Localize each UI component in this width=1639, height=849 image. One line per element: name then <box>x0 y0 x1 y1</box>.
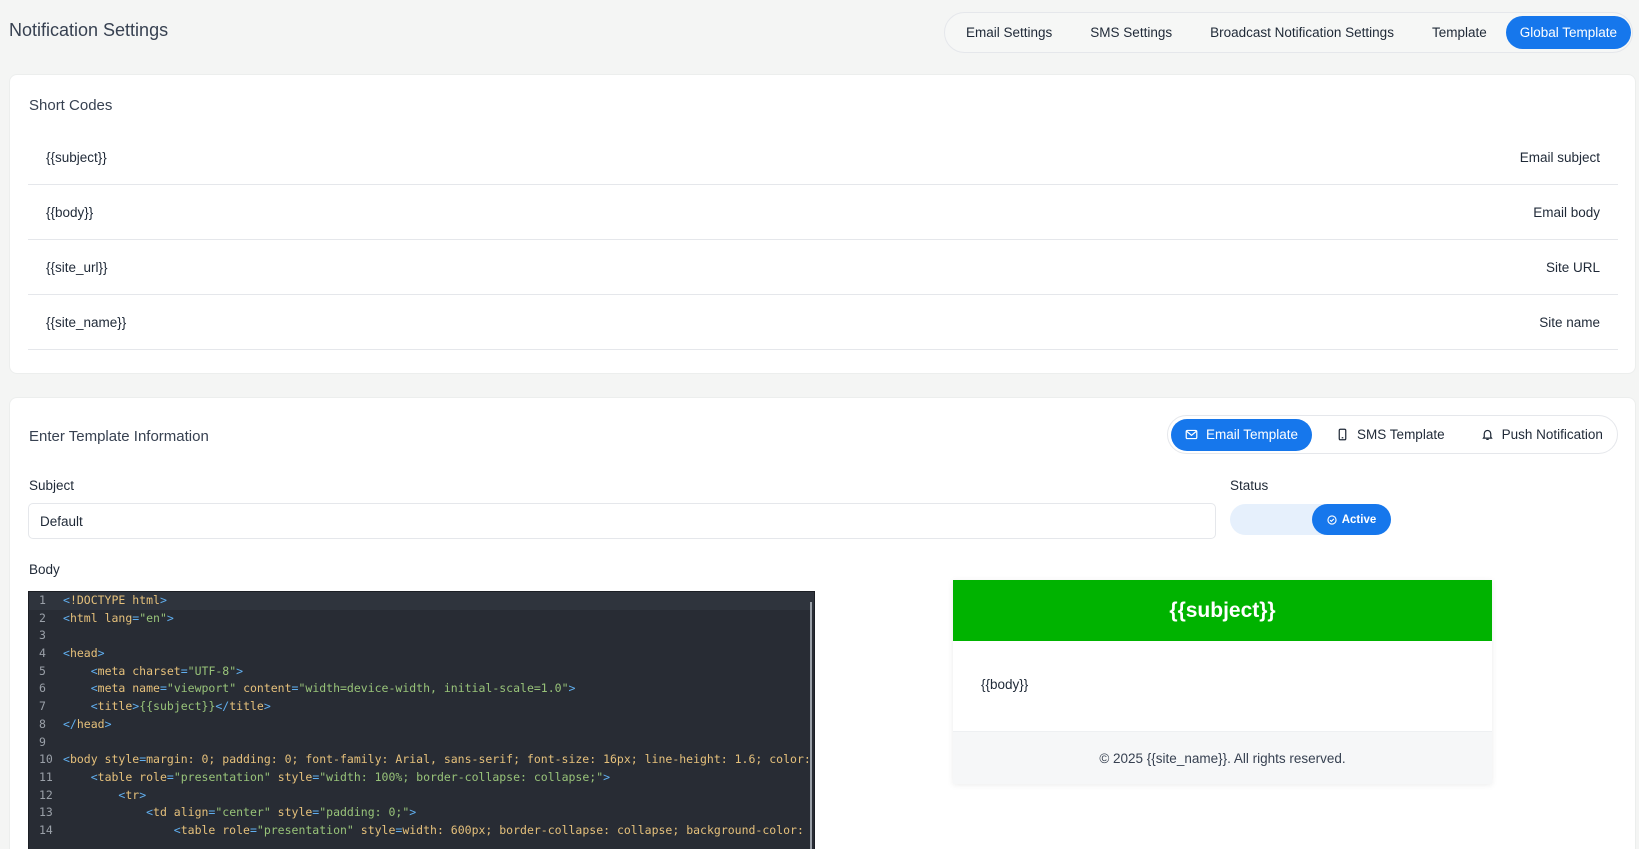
template-type-switch: Email Template SMS Template Push Notific… <box>1167 415 1618 454</box>
line-number: 12 <box>39 787 53 802</box>
check-circle-icon <box>1327 514 1337 525</box>
tab-global-template[interactable]: Global Template <box>1505 16 1632 49</box>
short-codes-list: {{subject}} Email subject {{body}} Email… <box>28 130 1618 350</box>
code-text: <td align="center" style="padding: 0;"> <box>146 805 417 820</box>
tab-label: Email Template <box>1206 427 1299 442</box>
code-text: </head> <box>63 716 112 731</box>
short-code-description: Site name <box>1539 314 1600 330</box>
email-preview: {{subject}} {{body}} © 2025 {{site_name}… <box>953 580 1492 784</box>
code-text: <body style=margin: 0; padding: 0; font-… <box>63 752 811 767</box>
tab-email-template[interactable]: Email Template <box>1171 418 1313 451</box>
code-line: 13 <td align="center" style="padding: 0;… <box>29 804 814 822</box>
preview-header: {{subject}} <box>953 580 1492 641</box>
list-item: {{site_url}} Site URL <box>28 240 1618 295</box>
code-text: <title>{{subject}}</title> <box>90 699 271 714</box>
status-toggle[interactable]: Active <box>1230 504 1391 535</box>
page-title: Notification Settings <box>9 20 169 40</box>
short-code: {{subject}} <box>46 149 107 165</box>
code-line: 8 </head> <box>29 716 814 734</box>
short-codes-card: Short Codes {{subject}} Email subject {{… <box>9 74 1636 374</box>
bell-icon <box>1481 429 1493 440</box>
phone-icon <box>1338 428 1347 441</box>
preview-body: {{body}} <box>981 677 1029 692</box>
short-code-description: Site URL <box>1545 259 1600 275</box>
code-text: <meta name="viewport" content="width=dev… <box>90 681 576 696</box>
short-codes-heading: Short Codes <box>29 97 113 114</box>
code-line: 4 <head> <box>29 645 814 663</box>
status-label: Status <box>1230 478 1269 493</box>
code-line: 5 <meta charset="UTF-8"> <box>29 663 814 681</box>
editor-scrollbar[interactable] <box>810 602 812 849</box>
line-number: 3 <box>39 628 46 643</box>
line-number: 14 <box>39 822 53 837</box>
tab-label: SMS Template <box>1357 427 1445 442</box>
short-code: {{site_name}} <box>46 314 127 330</box>
list-item: {{body}} Email body <box>28 185 1618 240</box>
status-active-option[interactable]: Active <box>1312 504 1391 535</box>
tab-sms-template[interactable]: SMS Template <box>1322 419 1459 451</box>
line-number: 10 <box>39 752 53 767</box>
list-item: {{site_name}} Site name <box>28 295 1618 350</box>
line-number: 5 <box>39 663 46 678</box>
code-text: <table role="presentation" style=width: … <box>173 822 804 837</box>
code-editor[interactable]: 1 <!DOCTYPE html> 2 <html lang="en"> 3 4 <head… <box>28 591 815 849</box>
line-number: 4 <box>39 646 46 661</box>
short-code-description: Email subject <box>1519 149 1600 165</box>
code-text: <head> <box>63 646 105 661</box>
list-item: {{subject}} Email subject <box>28 130 1618 185</box>
tab-broadcast-notification-settings[interactable]: Broadcast Notification Settings <box>1191 16 1413 49</box>
line-number: 6 <box>39 681 46 696</box>
code-line: 10 <body style=margin: 0; padding: 0; fon… <box>29 751 814 769</box>
line-number: 13 <box>39 805 53 820</box>
settings-tabs: Email Settings SMS Settings Broadcast No… <box>944 12 1633 53</box>
code-text: <!DOCTYPE html> <box>63 593 167 607</box>
code-text: <table role="presentation" style="width:… <box>90 769 611 784</box>
code-line: 12 <tr> <box>29 787 814 805</box>
body-label: Body <box>29 562 60 577</box>
code-line: 11 <table role="presentation" style="wid… <box>29 769 814 787</box>
line-number: 1 <box>39 593 46 607</box>
tab-label: Push Notification <box>1501 427 1603 442</box>
code-line: 3 <box>29 627 814 645</box>
code-line: 6 <meta name="viewport" content="width=d… <box>29 680 814 698</box>
code-text: <meta charset="UTF-8"> <box>90 663 244 678</box>
code-line: 9 <box>29 734 814 752</box>
code-line: 1 <!DOCTYPE html> <box>29 592 814 610</box>
short-code: {{body}} <box>46 204 94 220</box>
code-line: 7 <title>{{subject}}</title> <box>29 698 814 716</box>
line-number: 2 <box>39 610 46 625</box>
code-text: <html lang="en"> <box>63 610 174 625</box>
status-value: Active <box>1341 513 1377 526</box>
tab-push-notification[interactable]: Push Notification <box>1467 419 1617 451</box>
preview-footer: © 2025 {{site_name}}. All rights reserve… <box>953 731 1492 784</box>
line-number: 8 <box>39 716 46 731</box>
code-text: <tr> <box>118 787 147 802</box>
line-number: 7 <box>39 699 46 714</box>
line-number: 11 <box>39 769 53 784</box>
code-line: 2 <html lang="en"> <box>29 610 814 628</box>
template-card: Enter Template Information Email Templat… <box>9 397 1636 849</box>
mail-icon <box>1185 429 1198 440</box>
line-number: 9 <box>39 734 46 749</box>
tab-email-settings[interactable]: Email Settings <box>947 16 1071 49</box>
short-code-description: Email body <box>1533 204 1600 220</box>
code-line: 14 <table role="presentation" style=widt… <box>29 822 814 840</box>
tab-template[interactable]: Template <box>1413 16 1506 49</box>
short-code: {{site_url}} <box>46 259 108 275</box>
subject-input[interactable] <box>28 503 1216 539</box>
template-heading: Enter Template Information <box>29 428 209 445</box>
subject-label: Subject <box>29 478 75 493</box>
tab-sms-settings[interactable]: SMS Settings <box>1071 16 1191 49</box>
